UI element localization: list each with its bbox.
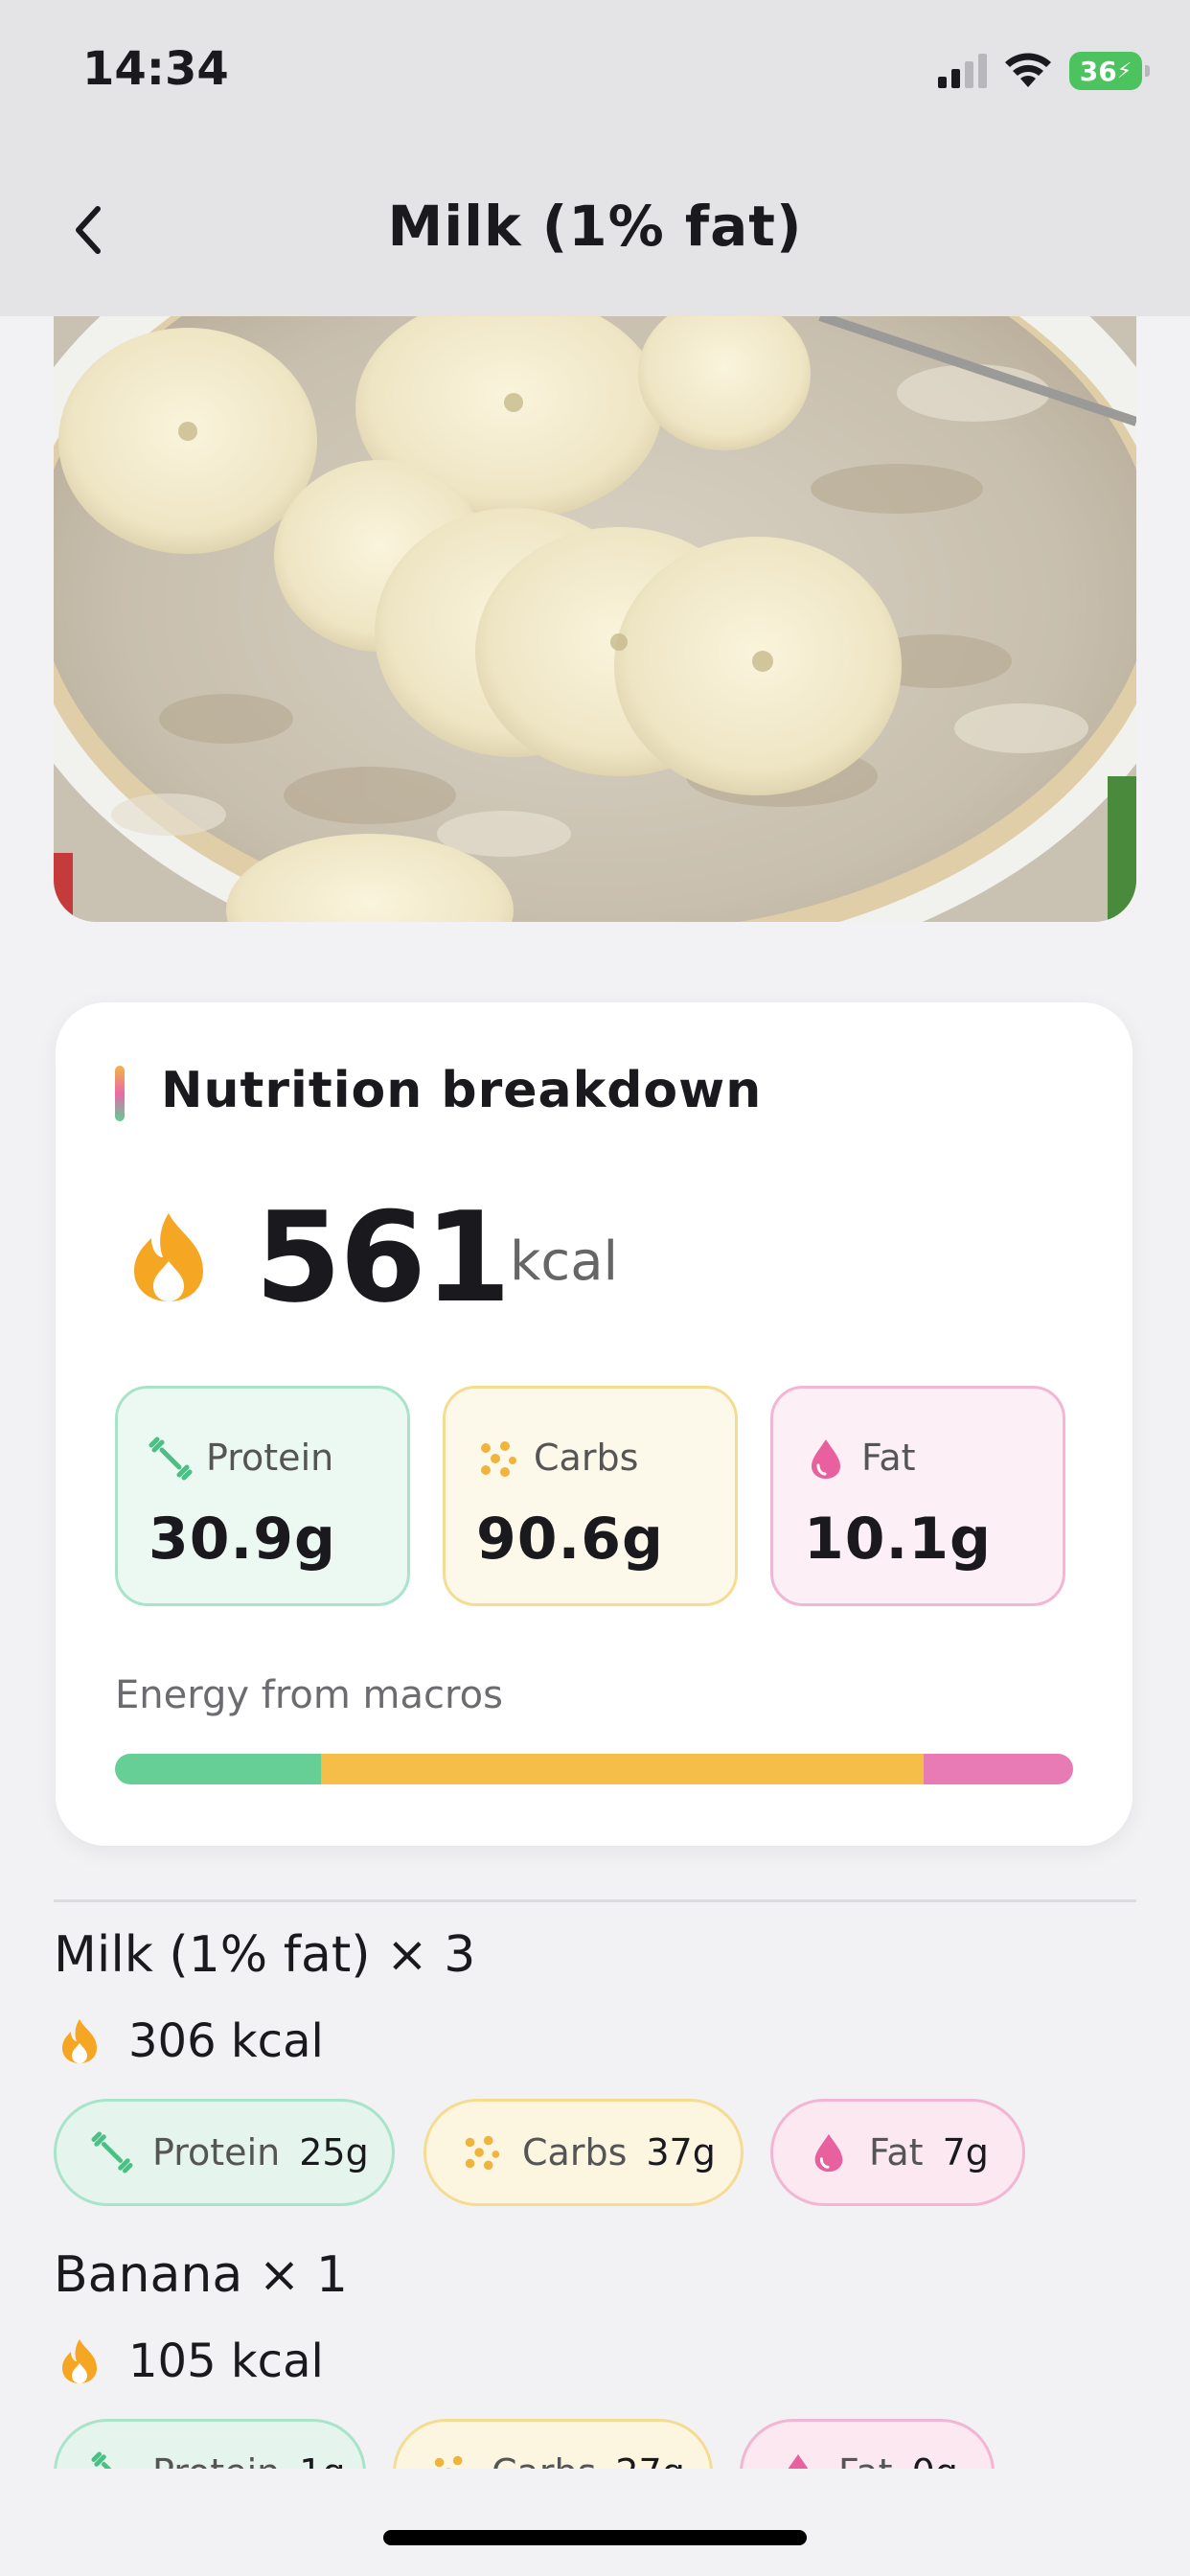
flame-icon: [134, 1213, 203, 1301]
status-time: 14:34: [82, 42, 229, 96]
chip-value: 7g: [942, 2131, 989, 2174]
page-title: Milk (1% fat): [387, 194, 803, 259]
nutrition-card: Nutrition breakdown 561 kcal Protein 30.…: [56, 1002, 1133, 1846]
ingredient-name: Banana × 1: [54, 2246, 348, 2304]
card-title: Nutrition breakdown: [161, 1062, 763, 1119]
ingredient-kcal: 306 kcal: [128, 2014, 324, 2068]
flame-icon: [62, 2339, 97, 2383]
carbs-chip: Carbs 37g: [423, 2099, 744, 2206]
divider: [54, 1899, 1136, 1902]
calories-value: 561: [255, 1184, 511, 1330]
protein-value: 30.9g: [149, 1506, 336, 1573]
battery-icon: 36 ⚡: [1069, 52, 1150, 90]
flame-icon: [62, 2019, 97, 2063]
fat-label: Fat: [861, 1437, 916, 1479]
carbs-label: Carbs: [534, 1437, 639, 1479]
chip-value: 25g: [299, 2131, 369, 2174]
chip-value: 37g: [646, 2131, 716, 2174]
ingredient-kcal: 105 kcal: [128, 2334, 324, 2388]
wifi-icon: [1005, 53, 1051, 87]
navigation-bar: Milk (1% fat): [0, 144, 1190, 316]
protein-chip: Protein 25g: [54, 2099, 395, 2206]
food-photo: [54, 316, 1136, 922]
energy-segment-carbs: [321, 1754, 924, 1784]
card-accent-bar: [115, 1066, 125, 1121]
grain-icon: [481, 1441, 516, 1477]
energy-segment-protein: [115, 1754, 321, 1784]
status-icons: 36 ⚡: [938, 50, 1150, 92]
cellular-signal-icon: [938, 54, 987, 88]
drop-icon: [812, 1439, 840, 1479]
carbs-box: Carbs 90.6g: [443, 1386, 738, 1606]
ingredient-name: Milk (1% fat) × 3: [54, 1926, 476, 1984]
status-bar: 14:34 36 ⚡: [0, 0, 1190, 144]
carbs-value: 90.6g: [476, 1506, 664, 1573]
battery-level: 36: [1079, 55, 1117, 87]
dumbbell-icon: [149, 1437, 193, 1481]
fat-value: 10.1g: [804, 1506, 992, 1573]
fat-box: Fat 10.1g: [770, 1386, 1065, 1606]
ingredient-item[interactable]: Milk (1% fat) × 3 306 kcal Protein 25g C…: [54, 1926, 1136, 2214]
energy-segment-fat: [924, 1754, 1073, 1784]
chip-label: Fat: [869, 2131, 924, 2174]
calories-unit: kcal: [510, 1230, 619, 1293]
dumbbell-icon: [91, 2131, 133, 2174]
fat-chip: Fat 7g: [770, 2099, 1025, 2206]
home-indicator[interactable]: [383, 2530, 807, 2545]
energy-label: Energy from macros: [115, 1673, 503, 1717]
protein-label: Protein: [206, 1437, 334, 1479]
grain-icon: [465, 2135, 500, 2171]
bottom-safe-area: [0, 2469, 1190, 2576]
protein-box: Protein 30.9g: [115, 1386, 410, 1606]
drop-icon: [814, 2133, 843, 2173]
chip-label: Protein: [152, 2131, 281, 2174]
chip-label: Carbs: [522, 2131, 628, 2174]
energy-bar: [115, 1754, 1073, 1784]
